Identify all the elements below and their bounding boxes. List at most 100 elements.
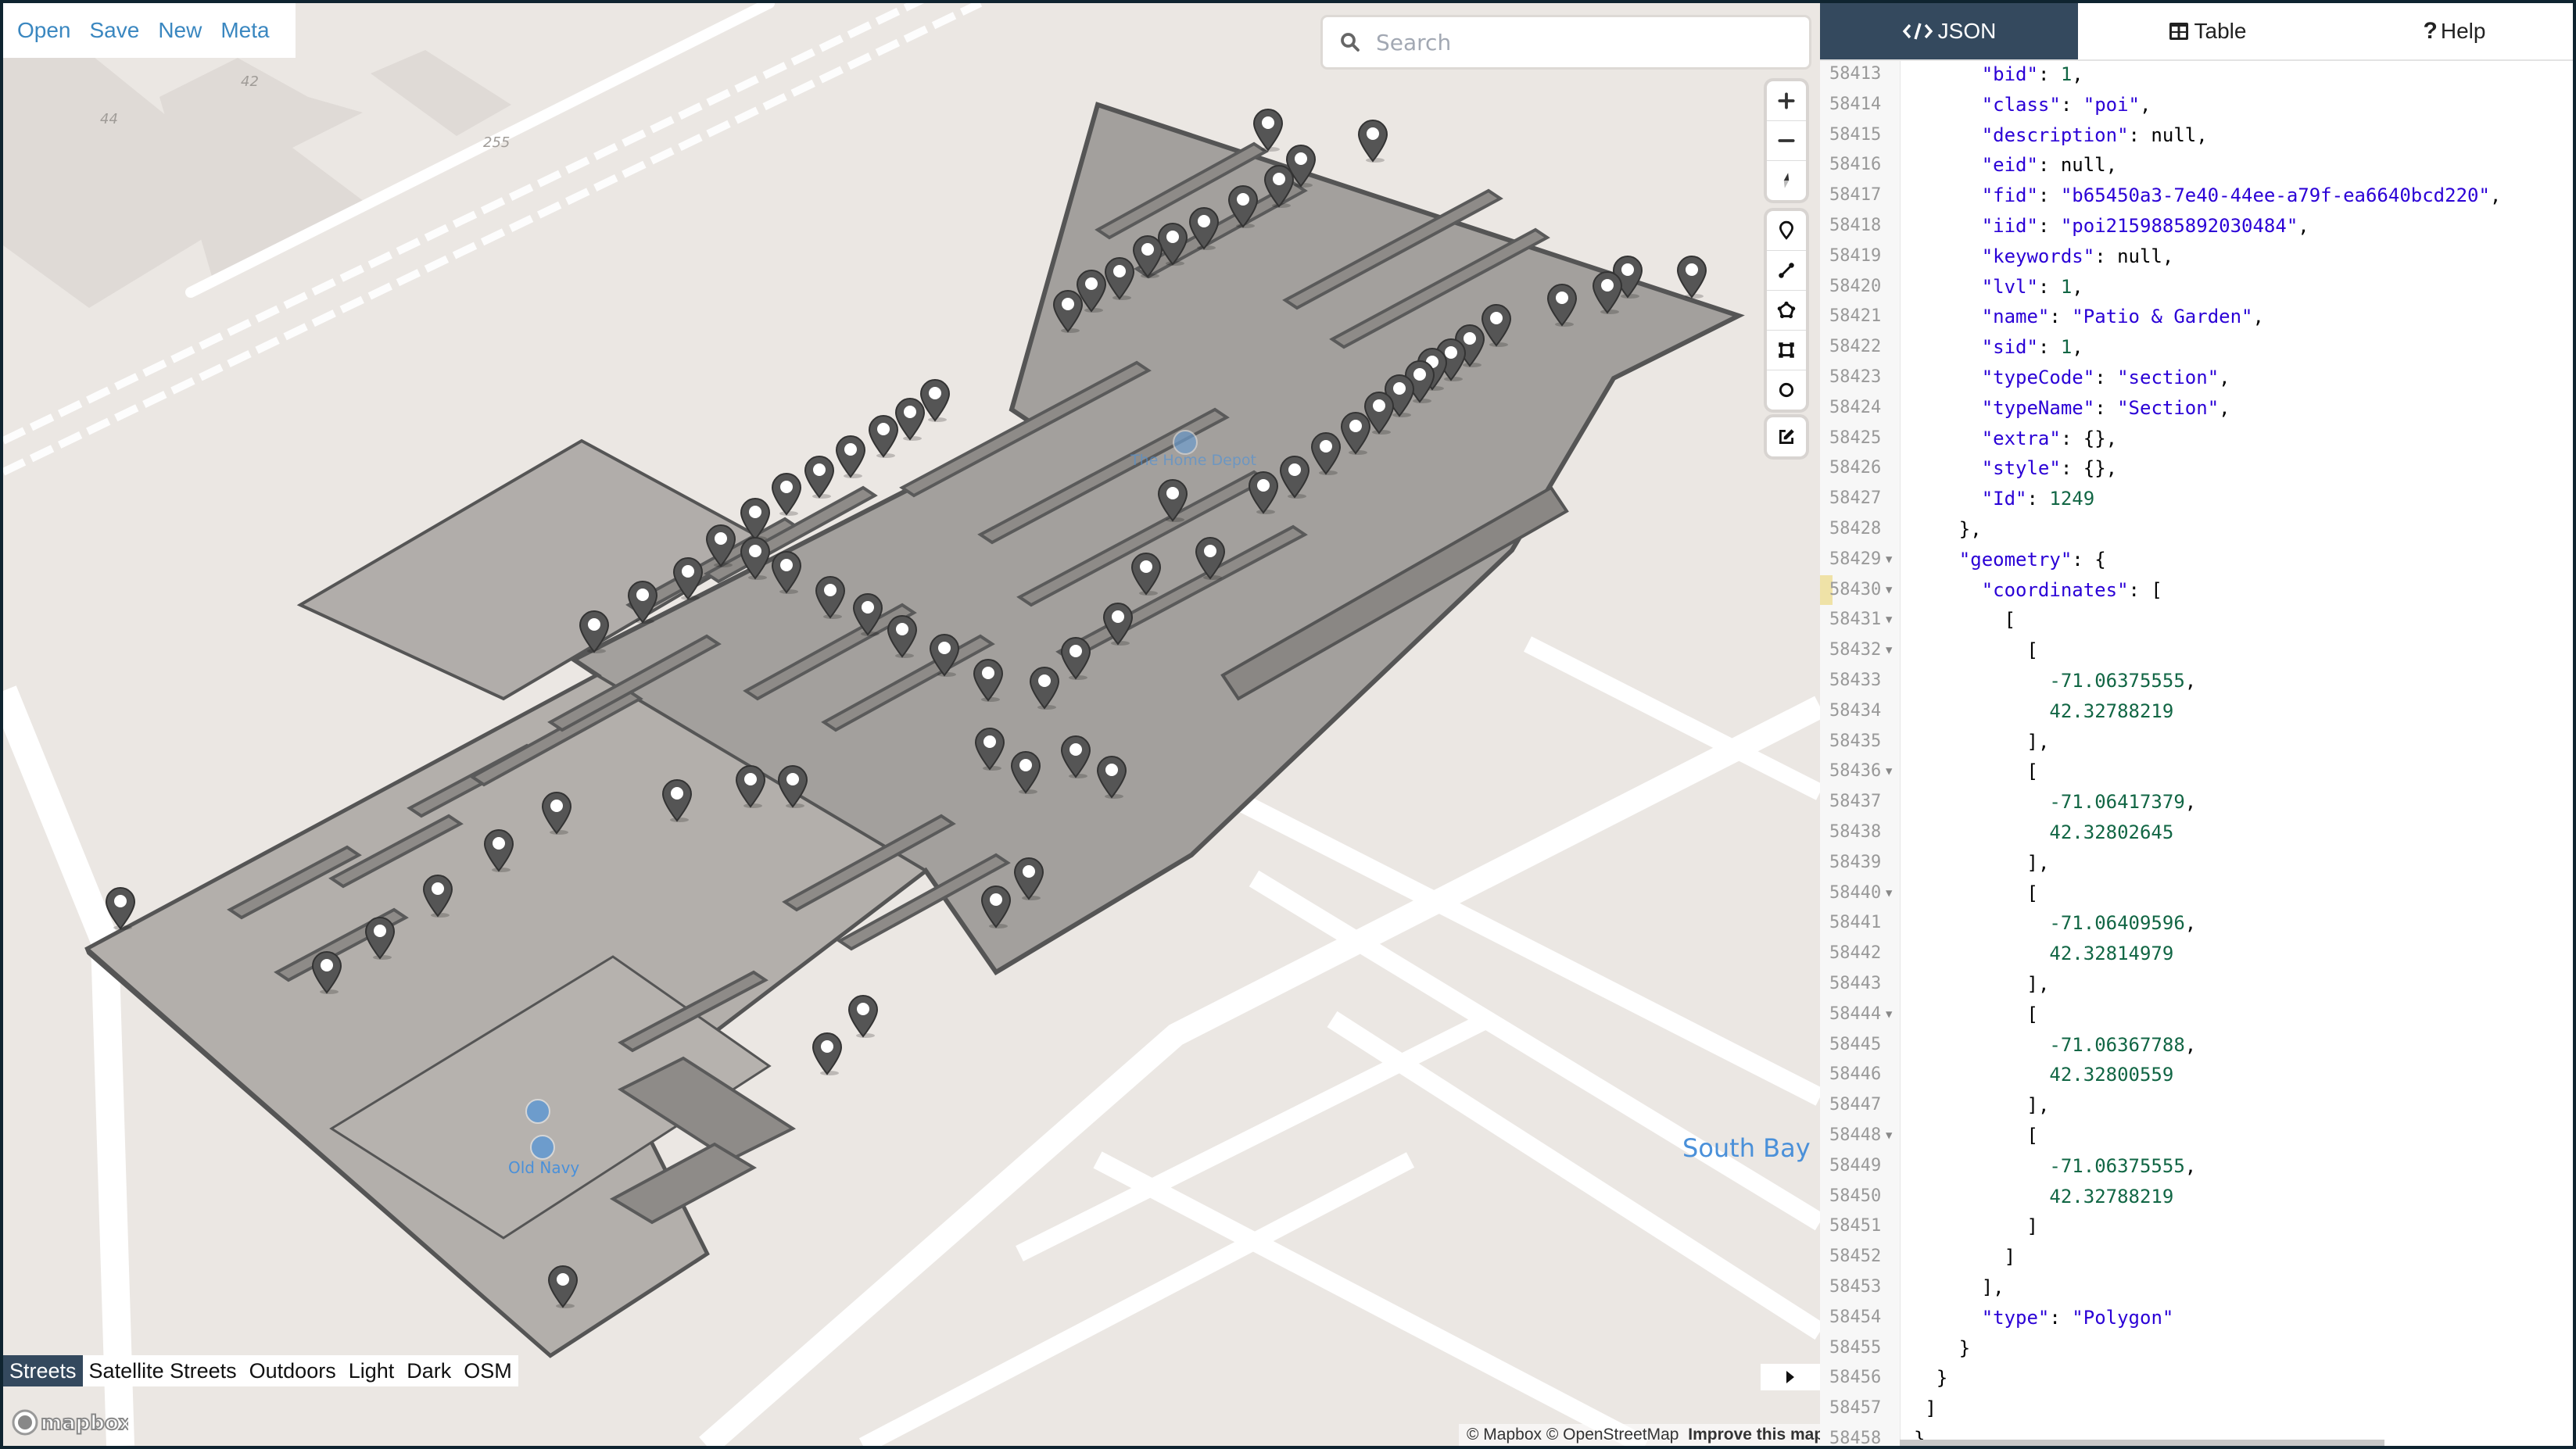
poi-marker-icon[interactable] (886, 614, 919, 658)
save-button[interactable]: Save (90, 18, 140, 43)
poi-marker-icon[interactable] (1102, 602, 1134, 646)
poi-marker-icon[interactable] (1278, 455, 1311, 499)
poi-marker-icon[interactable] (1059, 735, 1092, 778)
draw-circle-button[interactable] (1767, 370, 1806, 410)
shopping-basket-icon[interactable] (525, 1099, 550, 1124)
style-osm[interactable]: OSM (457, 1355, 518, 1386)
poi-marker-icon[interactable] (1252, 108, 1284, 152)
mapbox-logo[interactable]: mapbox (11, 1407, 128, 1438)
poi-marker-icon[interactable] (626, 580, 659, 624)
tab-json[interactable]: JSON (1820, 3, 2078, 59)
poi-marker-icon[interactable] (546, 1265, 579, 1308)
search-input[interactable] (1374, 28, 1784, 56)
map-canvas[interactable]: 42 44 255 The Home Depot Old Navy South … (3, 3, 1820, 1446)
poi-marker-icon[interactable] (1339, 411, 1372, 455)
store-label-home-depot[interactable]: The Home Depot (1130, 452, 1256, 469)
poi-marker-icon[interactable] (770, 550, 803, 594)
edit-button[interactable] (1767, 417, 1806, 456)
poi-marker-icon[interactable] (1263, 164, 1295, 208)
poi-marker-icon[interactable] (851, 592, 884, 636)
poi-marker-icon[interactable] (1194, 536, 1227, 580)
poi-marker-icon[interactable] (803, 455, 836, 499)
fold-toggle-icon[interactable]: ▼ (1886, 757, 1892, 787)
fold-toggle-icon[interactable]: ▼ (1886, 1121, 1892, 1151)
draw-polygon-button[interactable] (1767, 291, 1806, 331)
poi-marker-icon[interactable] (704, 524, 737, 567)
draw-point-button[interactable] (1767, 211, 1806, 251)
poi-marker-icon[interactable] (1095, 755, 1128, 799)
fold-toggle-icon[interactable]: ▼ (1886, 1000, 1892, 1030)
poi-marker-icon[interactable] (540, 791, 573, 835)
poi-marker-icon[interactable] (739, 536, 772, 580)
poi-marker-icon[interactable] (1546, 283, 1578, 327)
poi-marker-icon[interactable] (482, 828, 515, 872)
poi-marker-icon[interactable] (1012, 857, 1045, 900)
poi-marker-icon[interactable] (364, 916, 396, 960)
osm-attribution-link[interactable]: © OpenStreetMap (1546, 1426, 1679, 1444)
fold-toggle-icon[interactable]: ▼ (1886, 878, 1892, 909)
poi-marker-icon[interactable] (980, 885, 1012, 928)
poi-marker-icon[interactable] (578, 610, 611, 653)
fold-toggle-icon[interactable]: ▼ (1886, 545, 1892, 575)
poi-marker-icon[interactable] (1247, 470, 1280, 514)
poi-marker-icon[interactable] (734, 764, 767, 808)
compass-button[interactable] (1767, 161, 1806, 200)
style-satellite-streets[interactable]: Satellite Streets (83, 1355, 243, 1386)
style-outdoors[interactable]: Outdoors (243, 1355, 342, 1386)
draw-rectangle-button[interactable] (1767, 331, 1806, 370)
poi-marker-icon[interactable] (776, 764, 809, 808)
fold-toggle-icon[interactable]: ▼ (1886, 635, 1892, 666)
poi-marker-icon[interactable] (814, 575, 847, 619)
meta-button[interactable]: Meta (220, 18, 269, 43)
mall-label[interactable]: South Bay M (1682, 1133, 1820, 1163)
poi-marker-icon[interactable] (834, 435, 867, 478)
poi-marker-icon[interactable] (1009, 750, 1042, 794)
mapbox-attribution-link[interactable]: © Mapbox (1467, 1426, 1542, 1444)
clothing-store-icon[interactable] (530, 1135, 555, 1160)
poi-marker-icon[interactable] (811, 1032, 844, 1075)
code-text: "iid": "poi2159885892030484", (1982, 211, 2309, 242)
draw-line-button[interactable] (1767, 251, 1806, 291)
poi-marker-icon[interactable] (1675, 255, 1708, 299)
style-dark[interactable]: Dark (400, 1355, 457, 1386)
poi-marker-icon[interactable] (1156, 478, 1189, 522)
poi-marker-icon[interactable] (1591, 270, 1624, 314)
poi-marker-icon[interactable] (672, 556, 704, 600)
poi-marker-icon[interactable] (1052, 289, 1084, 333)
poi-marker-icon[interactable] (104, 886, 137, 930)
zoom-in-button[interactable] (1767, 81, 1806, 121)
style-streets[interactable]: Streets (3, 1355, 83, 1386)
poi-marker-icon[interactable] (739, 497, 772, 541)
poi-marker-icon[interactable] (1227, 184, 1259, 228)
poi-marker-icon[interactable] (867, 414, 900, 458)
new-button[interactable]: New (158, 18, 202, 43)
fold-toggle-icon[interactable]: ▼ (1886, 575, 1892, 606)
horizontal-scrollbar[interactable] (1900, 1440, 2384, 1446)
store-label-old-navy[interactable]: Old Navy (508, 1158, 579, 1177)
poi-marker-icon[interactable] (770, 472, 803, 516)
poi-marker-icon[interactable] (1356, 119, 1389, 163)
zoom-out-button[interactable] (1767, 121, 1806, 161)
poi-marker-icon[interactable] (1028, 666, 1061, 710)
poi-marker-icon[interactable] (1103, 256, 1136, 300)
poi-marker-icon[interactable] (661, 778, 693, 822)
poi-marker-icon[interactable] (1130, 552, 1163, 596)
poi-marker-icon[interactable] (310, 950, 343, 994)
open-button[interactable]: Open (17, 18, 71, 43)
poi-marker-icon[interactable] (1131, 234, 1164, 278)
poi-marker-icon[interactable] (421, 874, 454, 918)
tab-table[interactable]: Table (2078, 3, 2336, 59)
poi-marker-icon[interactable] (847, 994, 880, 1038)
poi-marker-icon[interactable] (1188, 206, 1220, 250)
improve-map-link[interactable]: Improve this map (1688, 1426, 1820, 1444)
poi-marker-icon[interactable] (928, 633, 961, 677)
poi-marker-icon[interactable] (972, 658, 1005, 702)
fold-toggle-icon[interactable]: ▼ (1886, 605, 1892, 635)
json-editor[interactable]: 58413 "bid": 1, 58414 "class": "poi", 58415 "… (1820, 61, 2573, 1446)
poi-marker-icon[interactable] (1309, 431, 1342, 475)
tab-help[interactable]: ? Help (2336, 3, 2573, 59)
poi-marker-icon[interactable] (1059, 636, 1092, 680)
collapse-panel-button[interactable] (1761, 1364, 1820, 1390)
style-light[interactable]: Light (342, 1355, 401, 1386)
poi-marker-icon[interactable] (973, 727, 1006, 771)
